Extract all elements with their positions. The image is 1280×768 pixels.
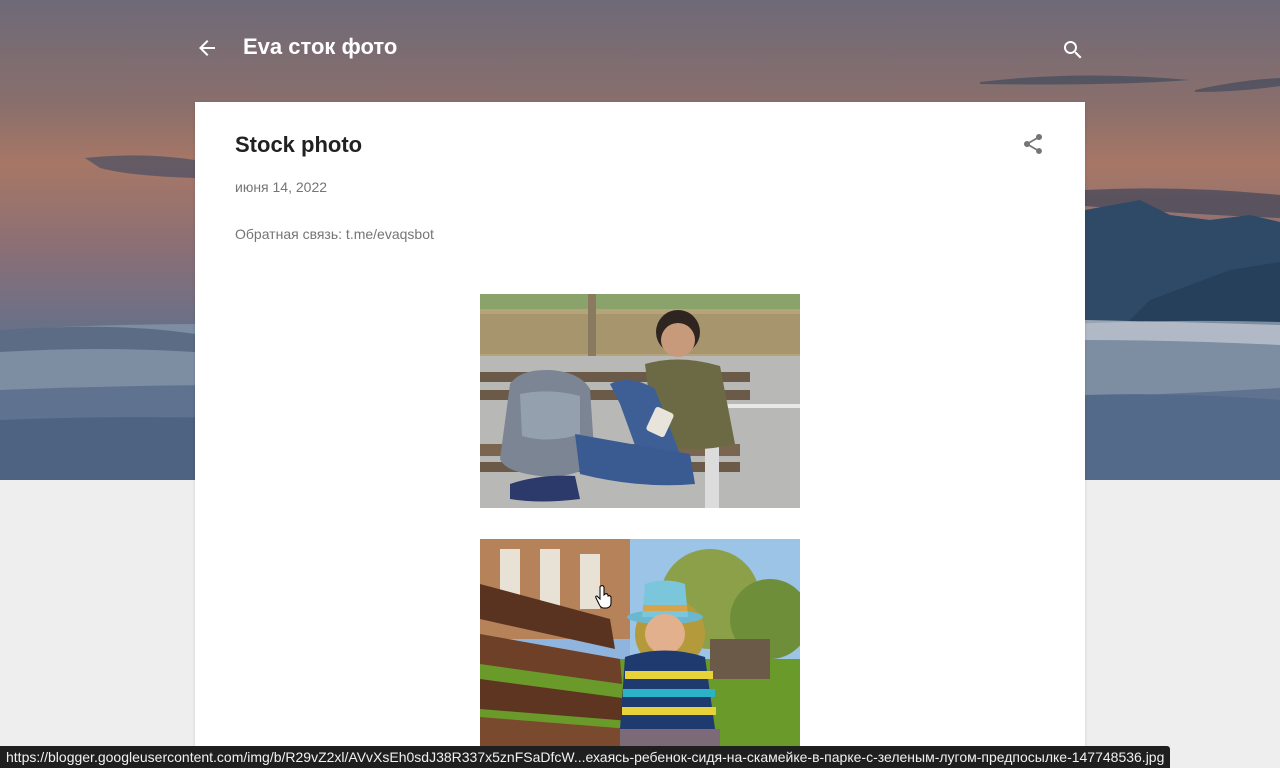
boy-on-bench-with-backpack-photo[interactable] <box>480 294 800 508</box>
link-url-status-bar: https://blogger.googleusercontent.com/im… <box>0 746 1171 768</box>
blog-title-link[interactable]: Eva сток фото <box>243 34 397 60</box>
post-card: Stock photo июня 14, 2022 Обратная связь… <box>195 102 1085 768</box>
post-date: июня 14, 2022 <box>235 179 328 195</box>
search-icon[interactable] <box>1061 38 1085 62</box>
post-title[interactable]: Stock photo <box>235 132 362 158</box>
hand-pointer-cursor-icon <box>595 585 613 609</box>
arrow-left-icon[interactable] <box>195 36 219 60</box>
blog-header: Eva сток фото <box>195 28 1085 72</box>
child-in-hat-on-park-bench-photo[interactable] <box>480 539 800 768</box>
feedback-text: Обратная связь: t.me/evaqsbot <box>235 226 434 242</box>
share-icon[interactable] <box>1021 132 1045 156</box>
